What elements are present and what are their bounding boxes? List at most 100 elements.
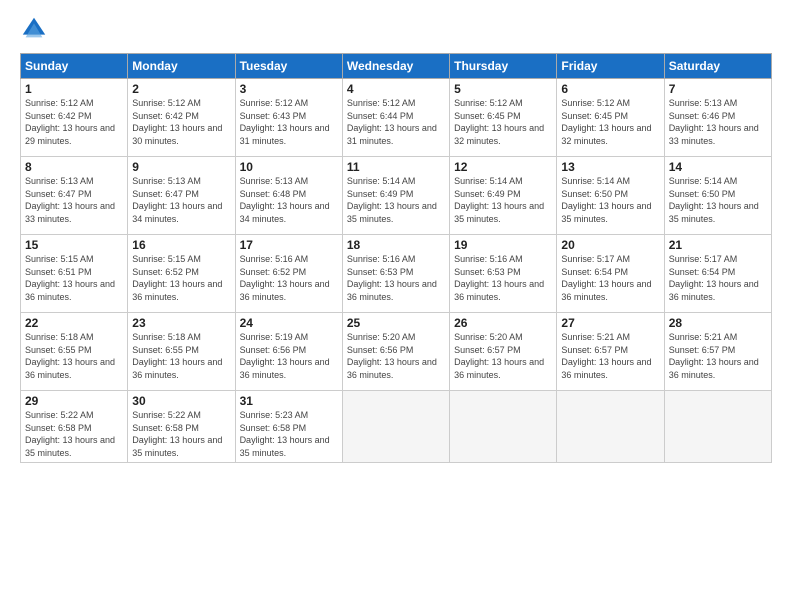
calendar-cell	[557, 391, 664, 463]
day-number: 31	[240, 394, 338, 408]
day-number: 27	[561, 316, 659, 330]
day-number: 11	[347, 160, 445, 174]
calendar-cell: 9 Sunrise: 5:13 AMSunset: 6:47 PMDayligh…	[128, 157, 235, 235]
calendar-cell: 23 Sunrise: 5:18 AMSunset: 6:55 PMDaylig…	[128, 313, 235, 391]
day-info: Sunrise: 5:12 AMSunset: 6:44 PMDaylight:…	[347, 98, 437, 146]
calendar-week-row: 8 Sunrise: 5:13 AMSunset: 6:47 PMDayligh…	[21, 157, 772, 235]
day-info: Sunrise: 5:23 AMSunset: 6:58 PMDaylight:…	[240, 410, 330, 458]
calendar-cell: 1 Sunrise: 5:12 AMSunset: 6:42 PMDayligh…	[21, 79, 128, 157]
calendar-cell: 4 Sunrise: 5:12 AMSunset: 6:44 PMDayligh…	[342, 79, 449, 157]
day-number: 7	[669, 82, 767, 96]
calendar-cell: 26 Sunrise: 5:20 AMSunset: 6:57 PMDaylig…	[450, 313, 557, 391]
day-number: 9	[132, 160, 230, 174]
calendar-week-row: 1 Sunrise: 5:12 AMSunset: 6:42 PMDayligh…	[21, 79, 772, 157]
calendar-cell: 18 Sunrise: 5:16 AMSunset: 6:53 PMDaylig…	[342, 235, 449, 313]
day-number: 19	[454, 238, 552, 252]
day-number: 5	[454, 82, 552, 96]
day-number: 23	[132, 316, 230, 330]
day-number: 15	[25, 238, 123, 252]
day-number: 18	[347, 238, 445, 252]
calendar-cell: 14 Sunrise: 5:14 AMSunset: 6:50 PMDaylig…	[664, 157, 771, 235]
day-number: 6	[561, 82, 659, 96]
day-number: 16	[132, 238, 230, 252]
day-number: 28	[669, 316, 767, 330]
calendar-cell: 30 Sunrise: 5:22 AMSunset: 6:58 PMDaylig…	[128, 391, 235, 463]
calendar-cell: 22 Sunrise: 5:18 AMSunset: 6:55 PMDaylig…	[21, 313, 128, 391]
calendar-cell: 5 Sunrise: 5:12 AMSunset: 6:45 PMDayligh…	[450, 79, 557, 157]
day-info: Sunrise: 5:13 AMSunset: 6:47 PMDaylight:…	[25, 176, 115, 224]
day-number: 13	[561, 160, 659, 174]
calendar-cell: 11 Sunrise: 5:14 AMSunset: 6:49 PMDaylig…	[342, 157, 449, 235]
day-info: Sunrise: 5:18 AMSunset: 6:55 PMDaylight:…	[25, 332, 115, 380]
calendar-cell: 31 Sunrise: 5:23 AMSunset: 6:58 PMDaylig…	[235, 391, 342, 463]
day-number: 3	[240, 82, 338, 96]
day-number: 30	[132, 394, 230, 408]
calendar-cell: 25 Sunrise: 5:20 AMSunset: 6:56 PMDaylig…	[342, 313, 449, 391]
day-number: 22	[25, 316, 123, 330]
logo-icon	[20, 15, 48, 43]
calendar-header-thursday: Thursday	[450, 54, 557, 79]
day-info: Sunrise: 5:13 AMSunset: 6:46 PMDaylight:…	[669, 98, 759, 146]
header	[20, 15, 772, 43]
day-info: Sunrise: 5:17 AMSunset: 6:54 PMDaylight:…	[669, 254, 759, 302]
calendar-cell: 21 Sunrise: 5:17 AMSunset: 6:54 PMDaylig…	[664, 235, 771, 313]
day-info: Sunrise: 5:14 AMSunset: 6:49 PMDaylight:…	[347, 176, 437, 224]
calendar-week-row: 22 Sunrise: 5:18 AMSunset: 6:55 PMDaylig…	[21, 313, 772, 391]
calendar-cell: 15 Sunrise: 5:15 AMSunset: 6:51 PMDaylig…	[21, 235, 128, 313]
calendar-cell	[664, 391, 771, 463]
day-number: 29	[25, 394, 123, 408]
day-info: Sunrise: 5:15 AMSunset: 6:52 PMDaylight:…	[132, 254, 222, 302]
day-info: Sunrise: 5:14 AMSunset: 6:49 PMDaylight:…	[454, 176, 544, 224]
day-info: Sunrise: 5:19 AMSunset: 6:56 PMDaylight:…	[240, 332, 330, 380]
calendar-cell: 28 Sunrise: 5:21 AMSunset: 6:57 PMDaylig…	[664, 313, 771, 391]
day-number: 20	[561, 238, 659, 252]
day-info: Sunrise: 5:22 AMSunset: 6:58 PMDaylight:…	[132, 410, 222, 458]
calendar-cell: 2 Sunrise: 5:12 AMSunset: 6:42 PMDayligh…	[128, 79, 235, 157]
day-info: Sunrise: 5:12 AMSunset: 6:45 PMDaylight:…	[454, 98, 544, 146]
day-info: Sunrise: 5:12 AMSunset: 6:43 PMDaylight:…	[240, 98, 330, 146]
calendar-cell	[342, 391, 449, 463]
calendar-week-row: 15 Sunrise: 5:15 AMSunset: 6:51 PMDaylig…	[21, 235, 772, 313]
day-number: 17	[240, 238, 338, 252]
day-info: Sunrise: 5:13 AMSunset: 6:48 PMDaylight:…	[240, 176, 330, 224]
day-info: Sunrise: 5:15 AMSunset: 6:51 PMDaylight:…	[25, 254, 115, 302]
day-number: 21	[669, 238, 767, 252]
calendar-cell: 7 Sunrise: 5:13 AMSunset: 6:46 PMDayligh…	[664, 79, 771, 157]
calendar-header-monday: Monday	[128, 54, 235, 79]
day-number: 1	[25, 82, 123, 96]
day-number: 2	[132, 82, 230, 96]
day-info: Sunrise: 5:14 AMSunset: 6:50 PMDaylight:…	[561, 176, 651, 224]
day-info: Sunrise: 5:16 AMSunset: 6:52 PMDaylight:…	[240, 254, 330, 302]
day-number: 14	[669, 160, 767, 174]
day-info: Sunrise: 5:17 AMSunset: 6:54 PMDaylight:…	[561, 254, 651, 302]
logo	[20, 15, 52, 43]
day-number: 8	[25, 160, 123, 174]
calendar-cell: 17 Sunrise: 5:16 AMSunset: 6:52 PMDaylig…	[235, 235, 342, 313]
day-info: Sunrise: 5:12 AMSunset: 6:42 PMDaylight:…	[132, 98, 222, 146]
calendar-cell: 3 Sunrise: 5:12 AMSunset: 6:43 PMDayligh…	[235, 79, 342, 157]
day-info: Sunrise: 5:14 AMSunset: 6:50 PMDaylight:…	[669, 176, 759, 224]
day-info: Sunrise: 5:20 AMSunset: 6:57 PMDaylight:…	[454, 332, 544, 380]
calendar-header-tuesday: Tuesday	[235, 54, 342, 79]
calendar-cell: 24 Sunrise: 5:19 AMSunset: 6:56 PMDaylig…	[235, 313, 342, 391]
day-info: Sunrise: 5:20 AMSunset: 6:56 PMDaylight:…	[347, 332, 437, 380]
day-info: Sunrise: 5:21 AMSunset: 6:57 PMDaylight:…	[669, 332, 759, 380]
day-number: 24	[240, 316, 338, 330]
calendar-header-row: SundayMondayTuesdayWednesdayThursdayFrid…	[21, 54, 772, 79]
calendar-cell: 6 Sunrise: 5:12 AMSunset: 6:45 PMDayligh…	[557, 79, 664, 157]
calendar-cell: 8 Sunrise: 5:13 AMSunset: 6:47 PMDayligh…	[21, 157, 128, 235]
page: SundayMondayTuesdayWednesdayThursdayFrid…	[0, 0, 792, 612]
calendar-cell: 29 Sunrise: 5:22 AMSunset: 6:58 PMDaylig…	[21, 391, 128, 463]
calendar-cell	[450, 391, 557, 463]
day-info: Sunrise: 5:21 AMSunset: 6:57 PMDaylight:…	[561, 332, 651, 380]
calendar-cell: 10 Sunrise: 5:13 AMSunset: 6:48 PMDaylig…	[235, 157, 342, 235]
calendar-cell: 13 Sunrise: 5:14 AMSunset: 6:50 PMDaylig…	[557, 157, 664, 235]
day-number: 25	[347, 316, 445, 330]
calendar-header-sunday: Sunday	[21, 54, 128, 79]
calendar-cell: 16 Sunrise: 5:15 AMSunset: 6:52 PMDaylig…	[128, 235, 235, 313]
day-info: Sunrise: 5:13 AMSunset: 6:47 PMDaylight:…	[132, 176, 222, 224]
day-number: 10	[240, 160, 338, 174]
calendar-week-row: 29 Sunrise: 5:22 AMSunset: 6:58 PMDaylig…	[21, 391, 772, 463]
day-info: Sunrise: 5:16 AMSunset: 6:53 PMDaylight:…	[347, 254, 437, 302]
calendar-header-wednesday: Wednesday	[342, 54, 449, 79]
